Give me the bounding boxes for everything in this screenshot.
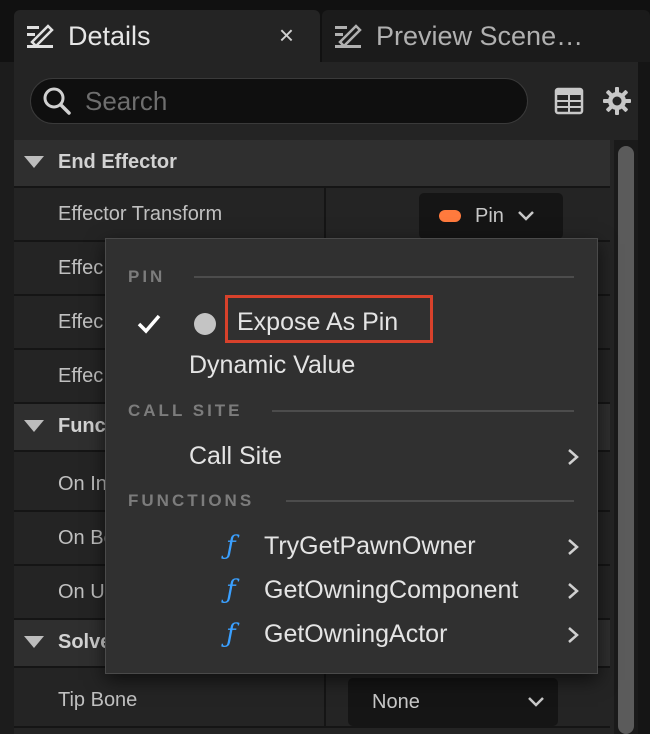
scrollbar-thumb[interactable]	[618, 146, 634, 734]
property-label: On In	[58, 473, 107, 495]
search-input[interactable]	[83, 84, 487, 118]
menu-item-dynamic-value[interactable]: Dynamic Value	[189, 351, 355, 380]
category-label: Solve	[58, 631, 112, 653]
menu-section-call-site: CALL SITE	[128, 401, 243, 420]
menu-item-function[interactable]: GetOwningActor	[264, 620, 447, 649]
function-icon: ƒ	[226, 531, 236, 561]
tip-bone-value: None	[372, 690, 420, 713]
chevron-right-icon	[568, 583, 579, 599]
menu-section-functions: FUNCTIONS	[128, 491, 255, 510]
highlight-box	[225, 295, 433, 343]
tab-details[interactable]: Details ×	[14, 10, 320, 62]
checkmark-icon	[137, 314, 161, 334]
property-label: Tip Bone	[58, 689, 138, 711]
section-divider	[272, 410, 574, 412]
left-edge	[0, 62, 14, 734]
menu-section-pin: PIN	[128, 267, 166, 286]
category-label: Func	[58, 415, 106, 437]
property-label: On U	[58, 581, 105, 603]
function-icon: ƒ	[226, 619, 236, 649]
pin-type-swatch	[439, 210, 461, 222]
gear-icon[interactable]	[602, 86, 632, 116]
property-label: Effec	[58, 365, 104, 387]
menu-item-call-site[interactable]: Call Site	[189, 442, 282, 471]
tab-preview-scene-label: Preview Scene…	[376, 20, 584, 51]
pin-dropdown-button[interactable]: Pin	[419, 193, 563, 239]
search-icon	[43, 87, 71, 115]
chevron-right-icon	[568, 449, 579, 465]
property-label: Effec	[58, 311, 104, 333]
close-icon[interactable]: ×	[279, 20, 294, 51]
tip-bone-combo[interactable]: None	[348, 678, 558, 726]
menu-item-function[interactable]: GetOwningComponent	[264, 576, 518, 605]
section-divider	[194, 276, 574, 278]
chevron-right-icon	[568, 627, 579, 643]
column-divider[interactable]	[324, 674, 326, 726]
tab-preview-scene[interactable]: Preview Scene…	[322, 10, 650, 62]
edit-icon	[27, 24, 54, 48]
search-bar[interactable]	[30, 78, 528, 124]
function-icon: ƒ	[226, 575, 236, 605]
chevron-down-icon	[518, 211, 534, 221]
property-matrix-icon[interactable]	[554, 86, 584, 116]
pin-circle-icon	[194, 313, 216, 335]
edit-icon	[335, 24, 362, 48]
pin-dropdown-label: Pin	[475, 204, 504, 227]
property-label: Effec	[58, 257, 104, 279]
category-label: End Effector	[58, 151, 177, 173]
property-label: Effector Transform	[58, 203, 223, 225]
chevron-right-icon	[568, 539, 579, 555]
expand-arrow-icon[interactable]	[24, 420, 44, 432]
chevron-down-icon	[527, 697, 544, 707]
column-divider[interactable]	[324, 188, 326, 240]
menu-item-function[interactable]: TryGetPawnOwner	[264, 532, 476, 561]
section-divider	[286, 500, 574, 502]
category-end-effector[interactable]: End Effector	[14, 140, 610, 188]
expand-arrow-icon[interactable]	[24, 156, 44, 168]
expand-arrow-icon[interactable]	[24, 636, 44, 648]
tab-details-label: Details	[68, 20, 151, 51]
